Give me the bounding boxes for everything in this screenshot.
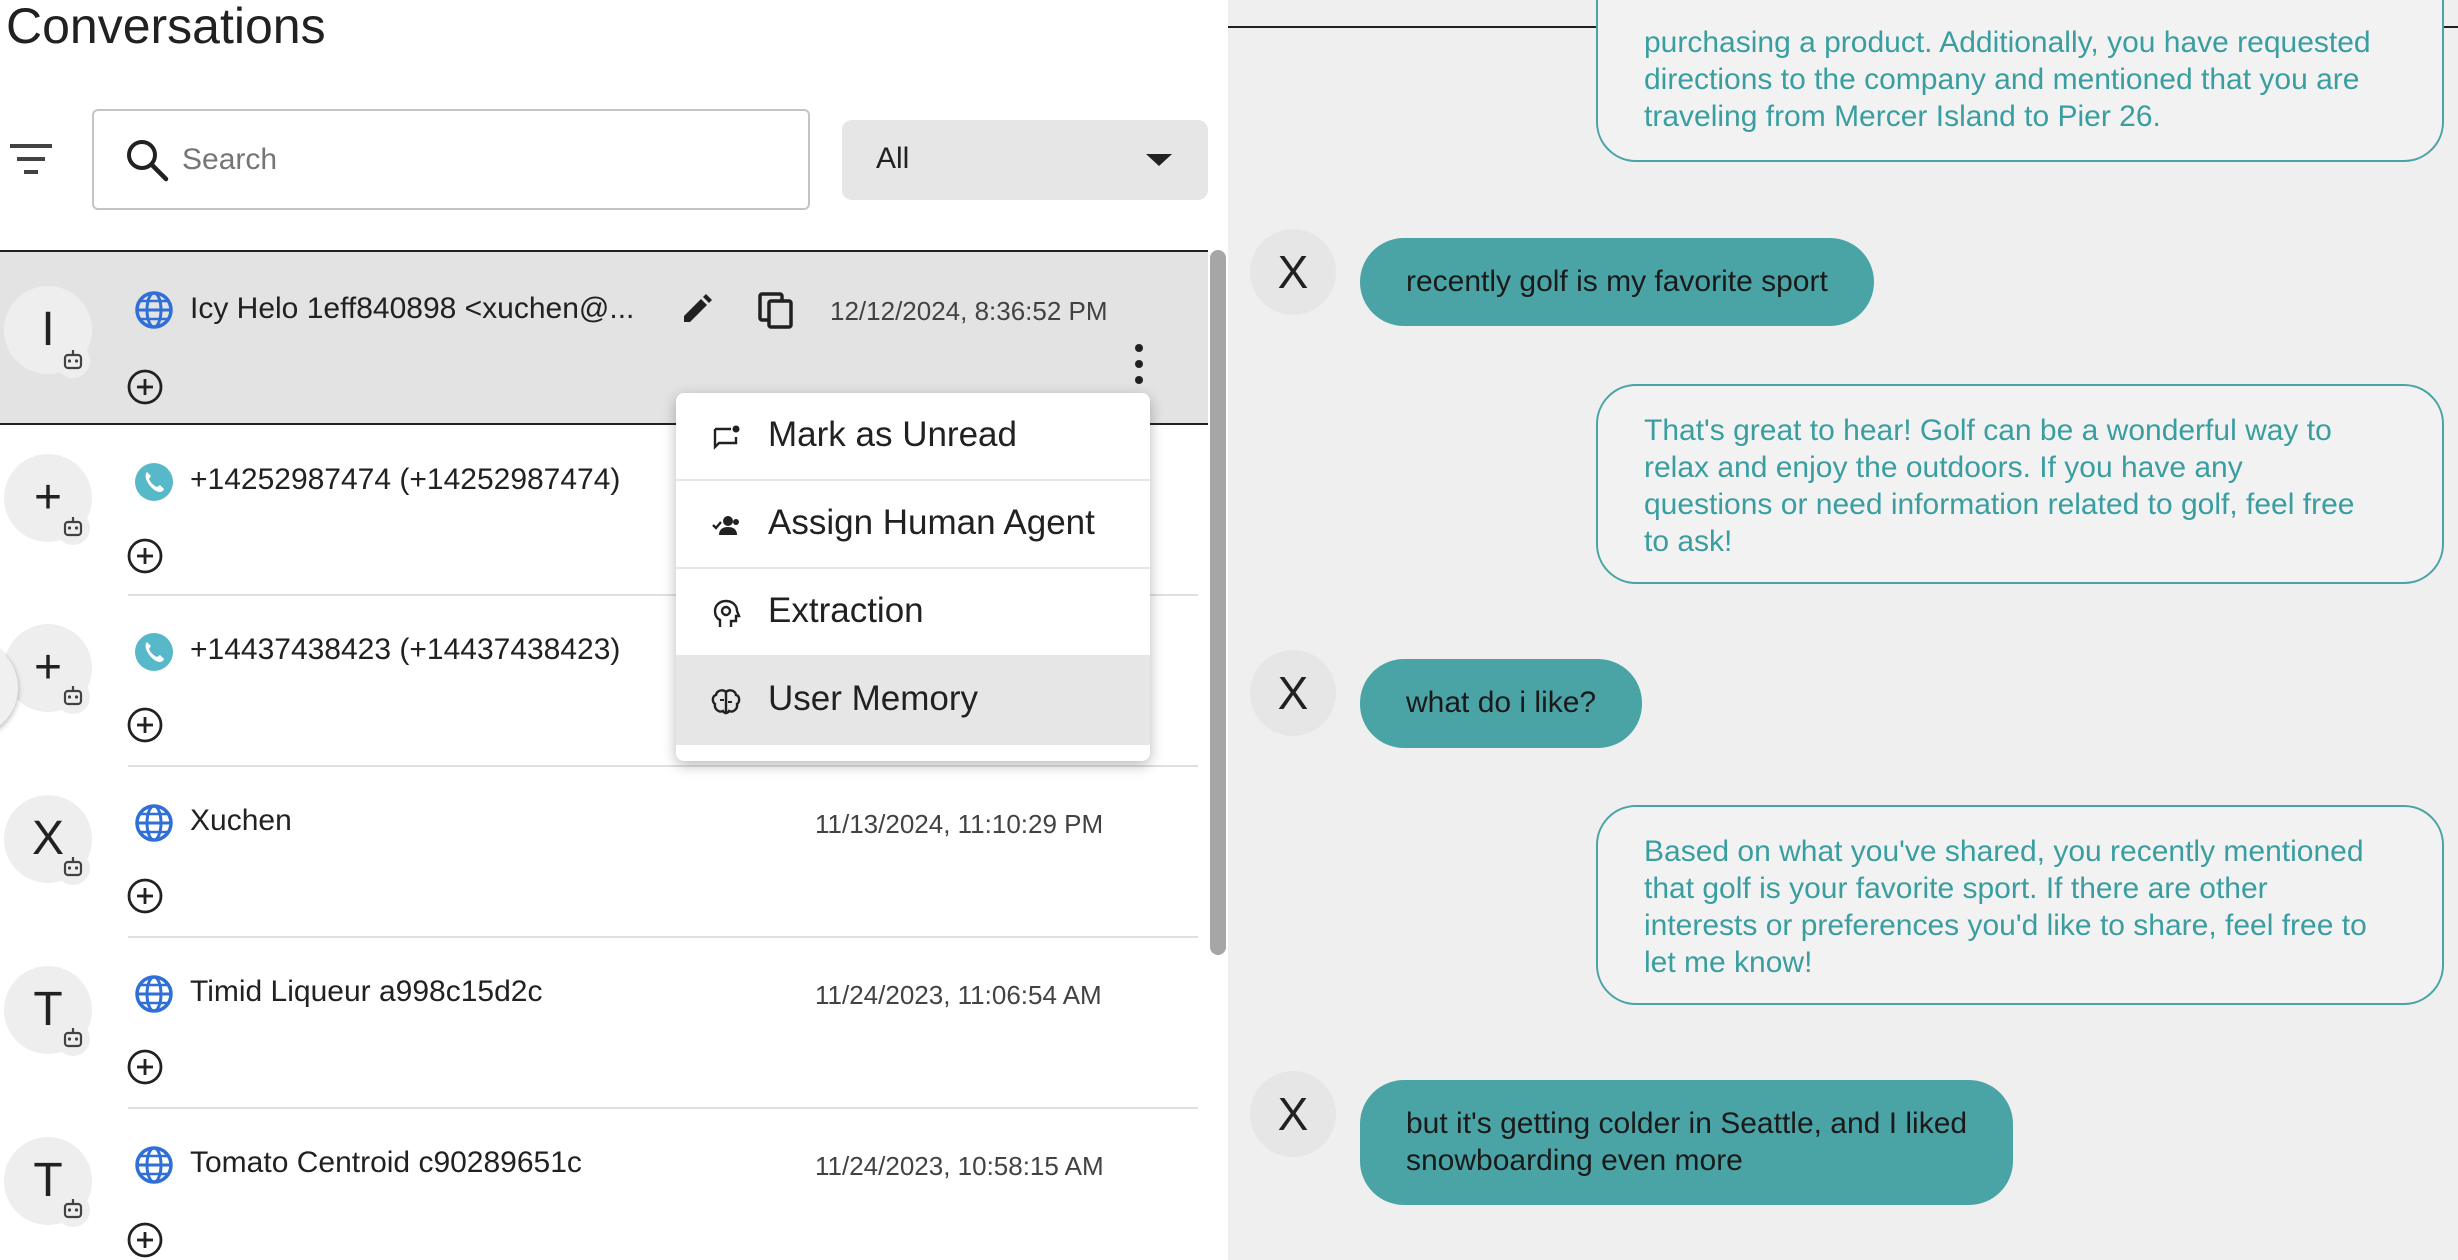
conversation-timestamp: 12/12/2024, 8:36:52 PM: [830, 296, 1108, 326]
page-title: Conversations: [6, 0, 326, 54]
user-message: but it's getting colder in Seattle, and …: [1360, 1080, 2014, 1205]
message-line: directions to the company and mentioned …: [1644, 63, 2360, 96]
user-avatar: X: [1250, 229, 1336, 315]
menu-item-label: Extraction: [768, 591, 924, 630]
message-line: let me know!: [1644, 946, 1813, 979]
edit-icon[interactable]: [678, 292, 714, 328]
select-value: All: [876, 142, 910, 175]
conversation-timestamp: 11/24/2023, 10:58:15 AM: [815, 1151, 1104, 1181]
add-circle-icon[interactable]: [126, 877, 164, 915]
bot-message: That's great to hear! Golf can be a wond…: [1596, 384, 2444, 584]
message-line: purchasing a product. Additionally, you …: [1644, 26, 2371, 59]
conversation-context-menu: Mark as Unread Assign Human Agent Extrac…: [676, 393, 1150, 761]
menu-item-mark-unread[interactable]: Mark as Unread: [676, 393, 1150, 481]
user-message: what do i like?: [1360, 659, 1643, 748]
search-input[interactable]: [182, 139, 782, 181]
message-line: That's great to hear! Golf can be a wond…: [1644, 414, 2332, 447]
assign-agent-icon: [712, 516, 739, 535]
message-line: Based on what you've shared, you recentl…: [1644, 835, 2364, 868]
user-message: recently golf is my favorite sport: [1360, 238, 1874, 326]
add-circle-icon[interactable]: [126, 706, 164, 744]
more-vertical-icon[interactable]: [1126, 342, 1152, 386]
globe-icon: [135, 291, 173, 329]
bot-icon: [56, 851, 90, 885]
menu-item-label: Assign Human Agent: [768, 503, 1095, 542]
phone-icon: [135, 463, 173, 501]
conversation-name: Tomato Centroid c90289651c: [190, 1146, 582, 1179]
menu-item-assign-human-agent[interactable]: Assign Human Agent: [676, 481, 1150, 569]
phone-icon: [135, 633, 173, 671]
bot-message: Based on what you've shared, you recentl…: [1596, 805, 2444, 1005]
bot-icon: [56, 1193, 90, 1227]
bot-icon: [56, 344, 90, 378]
extraction-icon: [713, 599, 741, 627]
chevron-down-icon: [1146, 154, 1172, 166]
user-avatar: X: [1250, 1071, 1336, 1157]
add-circle-icon[interactable]: [126, 368, 164, 406]
message-line: that golf is your favorite sport. If the…: [1644, 872, 2268, 905]
copy-icon[interactable]: [756, 290, 796, 330]
bot-icon: [56, 511, 90, 545]
bot-icon: [56, 1022, 90, 1056]
search-icon: [127, 140, 169, 182]
menu-item-label: Mark as Unread: [768, 415, 1017, 454]
bot-icon: [56, 680, 90, 714]
message-line: relax and enjoy the outdoors. If you hav…: [1644, 451, 2243, 484]
search-box: [92, 109, 810, 210]
conversation-name: Xuchen: [190, 804, 292, 837]
globe-icon: [135, 1146, 173, 1184]
conversation-timestamp: 11/13/2024, 11:10:29 PM: [815, 809, 1104, 839]
user-avatar: X: [1250, 650, 1336, 736]
conversation-timestamp: 11/24/2023, 11:06:54 AM: [815, 980, 1102, 1010]
conversation-name: Timid Liqueur a998c15d2c: [190, 975, 543, 1008]
conversation-row[interactable]: T Timid Liqueur a998c15d2c 11/24/2023, 1…: [0, 938, 1208, 1109]
message-line: traveling from Mercer Island to Pier 26.: [1644, 100, 2161, 133]
chat-pane: purchasing a product. Additionally, you …: [1228, 0, 2458, 1260]
message-line: interests or preferences you'd like to s…: [1644, 909, 2367, 942]
add-circle-icon[interactable]: [126, 1221, 164, 1259]
filter-icon[interactable]: [10, 142, 52, 176]
menu-item-label: User Memory: [768, 679, 979, 718]
message-line: recently golf is my favorite sport: [1406, 265, 1828, 298]
mark-unread-icon: [713, 425, 740, 450]
menu-item-user-memory[interactable]: User Memory: [676, 657, 1150, 745]
conversation-row[interactable]: X Xuchen 11/13/2024, 11:10:29 PM: [0, 767, 1208, 938]
message-line: snowboarding even more: [1406, 1144, 1743, 1177]
bot-message: purchasing a product. Additionally, you …: [1596, 0, 2444, 162]
globe-icon: [135, 804, 173, 842]
conversation-list-pane: Conversations All I: [0, 0, 1228, 1260]
globe-icon: [135, 975, 173, 1013]
brain-icon: [711, 689, 741, 715]
add-circle-icon[interactable]: [126, 537, 164, 575]
conversation-name: Icy Helo 1eff840898 <xuchen@...: [190, 292, 635, 325]
message-line: but it's getting colder in Seattle, and …: [1406, 1107, 1968, 1140]
message-line: to ask!: [1644, 525, 1733, 558]
conversation-name: +14437438423 (+14437438423): [190, 633, 621, 666]
message-line: what do i like?: [1406, 686, 1597, 719]
menu-item-extraction[interactable]: Extraction: [676, 569, 1150, 657]
scrollbar-thumb[interactable]: [1210, 250, 1226, 955]
add-circle-icon[interactable]: [126, 1048, 164, 1086]
conversation-row[interactable]: T Tomato Centroid c90289651c 11/24/2023,…: [0, 1109, 1208, 1260]
message-line: questions or need information related to…: [1644, 488, 2355, 521]
conversation-name: +14252987474 (+14252987474): [190, 463, 621, 496]
conversation-filter-select[interactable]: All: [842, 120, 1208, 200]
